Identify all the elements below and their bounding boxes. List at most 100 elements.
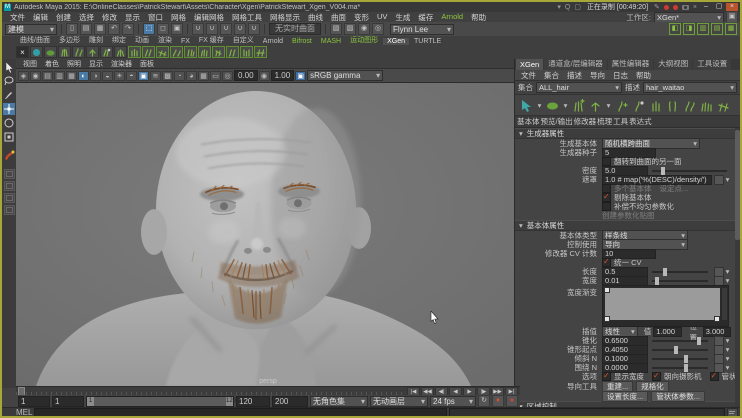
gamma-icon[interactable]: ◉ <box>259 71 270 81</box>
taper-start-menu-caret-icon[interactable]: ▾ <box>724 345 731 354</box>
open-scene-icon[interactable]: ▤ <box>80 23 92 35</box>
record-dot-icon[interactable] <box>673 5 678 10</box>
panel-menu-item[interactable]: 着色 <box>41 59 63 69</box>
range-start-handle[interactable]: 1 <box>87 397 94 406</box>
xgen-scissors-icon[interactable] <box>716 98 731 113</box>
taper-menu-caret-icon[interactable]: ▾ <box>724 336 731 345</box>
menu-item[interactable]: 窗口 <box>144 12 167 23</box>
shelf-tab[interactable]: TURTLE <box>410 38 445 45</box>
panel-menu-item[interactable]: 面板 <box>136 59 158 69</box>
character-set-dropdown[interactable]: 无角色集 <box>310 396 368 407</box>
snap-surface-icon[interactable]: ∪ <box>248 23 260 35</box>
shelf-tab[interactable]: Bifrost <box>288 38 316 45</box>
shelf-tab[interactable]: 曲线/曲面 <box>16 35 54 45</box>
xgen-menu-item[interactable]: 日志 <box>609 70 632 81</box>
undo-icon[interactable]: ↶ <box>108 23 120 35</box>
around-slider[interactable] <box>652 367 708 369</box>
select-camera-icon[interactable]: ◈ <box>18 71 29 81</box>
viewport-canvas[interactable]: persp <box>16 83 520 386</box>
minimize-button[interactable]: – <box>700 3 712 11</box>
xgen-curves-icon[interactable] <box>682 98 697 113</box>
mask-menu-caret-icon[interactable]: ▾ <box>724 175 731 184</box>
xgen-length-brush-icon[interactable] <box>240 46 253 58</box>
ramp-side-scrollbar[interactable] <box>722 288 727 320</box>
isolate-select-icon[interactable]: ◕ <box>186 71 197 81</box>
xgen-tab[interactable]: 基本体 <box>517 116 540 127</box>
toggle-channel-box-icon[interactable]: ▦ <box>725 23 737 35</box>
layout-single-pane-button[interactable] <box>4 169 15 179</box>
menu-item[interactable]: UV <box>373 12 391 23</box>
tube-params-button[interactable]: 管状体参数... <box>651 391 705 402</box>
xgen-menu-item[interactable]: 导向 <box>586 70 609 81</box>
xgen-add-description-icon[interactable] <box>571 98 586 113</box>
maximize-button[interactable]: ▢ <box>713 3 725 11</box>
view-transform-dropdown[interactable]: sRGB gamma <box>307 70 383 81</box>
command-input[interactable] <box>34 408 447 417</box>
xgen-menu-item[interactable]: 描述 <box>563 70 586 81</box>
playback-end-field[interactable]: 120 <box>236 396 270 407</box>
move-tool[interactable] <box>3 103 15 115</box>
render-icon[interactable]: ▧ <box>330 23 342 35</box>
xgen-collection-caret-icon[interactable]: ▾ <box>562 101 569 110</box>
xgen-tab[interactable]: 预览/输出 <box>541 116 573 127</box>
menu-item[interactable]: 修改 <box>98 12 121 23</box>
xgen-move-guides-caret-icon[interactable]: ▾ <box>605 101 612 110</box>
anim-end-field[interactable]: 200 <box>272 396 308 407</box>
taper-start-slider[interactable] <box>652 349 708 351</box>
xgen-menu-item[interactable]: 帮助 <box>632 70 655 81</box>
menu-item[interactable]: 网格 <box>167 12 190 23</box>
menu-item[interactable]: 生成 <box>391 12 414 23</box>
layout-four-pane-button[interactable] <box>4 181 15 191</box>
density-slider[interactable] <box>652 170 727 172</box>
shelf-close-icon[interactable]: × <box>16 46 29 58</box>
shelf-tab[interactable]: 自定义 <box>229 35 258 45</box>
uniform-cv-checkbox[interactable] <box>602 258 611 267</box>
script-editor-icon[interactable] <box>727 408 738 418</box>
camera-attributes-icon[interactable]: ▤ <box>42 71 53 81</box>
xgen-guide-pair-icon[interactable] <box>665 98 680 113</box>
record-dot-icon[interactable] <box>664 5 669 10</box>
menu-item[interactable]: 显示 <box>121 12 144 23</box>
lighting-icon[interactable]: ☀ <box>114 71 125 81</box>
xgen-groom-icon[interactable] <box>44 46 57 58</box>
ramp-value-field[interactable]: 1.000 <box>653 327 681 337</box>
playback-loop-icon[interactable]: ↻ <box>478 395 490 407</box>
xgen-width-brush-icon[interactable] <box>254 46 267 58</box>
snap-curve-icon[interactable]: ∪ <box>206 23 218 35</box>
tilt-slider[interactable] <box>652 358 708 360</box>
shelf-tab[interactable]: 渲染 <box>154 35 176 45</box>
wireframe-on-shaded-icon[interactable]: ◒ <box>102 71 113 81</box>
snap-plane-icon[interactable]: ∪ <box>234 23 246 35</box>
tilt-menu-caret-icon[interactable]: ▾ <box>724 354 731 363</box>
shelf-tab[interactable]: XGen <box>383 38 409 45</box>
lasso-tool[interactable] <box>3 75 15 87</box>
menu-item[interactable]: 曲面 <box>327 12 350 23</box>
xgen-collection-icon[interactable] <box>545 98 560 113</box>
close-button[interactable]: × <box>726 3 738 11</box>
menu-set-dropdown[interactable]: 建模 <box>5 24 57 35</box>
xgen-curves-to-guides-icon[interactable] <box>184 46 197 58</box>
xgen-tab[interactable]: 表达式 <box>629 116 652 127</box>
length-menu-caret-icon[interactable]: ▾ <box>724 267 731 276</box>
ramp-key-left[interactable] <box>604 316 610 322</box>
toggle-hypershade-icon[interactable]: ◨ <box>683 23 695 35</box>
toggle-attribute-editor-icon[interactable]: ▥ <box>697 23 709 35</box>
xgen-pointer-caret-icon[interactable]: ▾ <box>536 101 543 110</box>
multisampling-icon[interactable]: ▩ <box>162 71 173 81</box>
menu-item[interactable]: 文件 <box>6 12 29 23</box>
compensate-checkbox[interactable] <box>602 202 611 211</box>
xgen-tab[interactable]: 工具 <box>613 116 628 127</box>
image-plane-icon[interactable]: ▦ <box>66 71 77 81</box>
save-scene-icon[interactable]: ▦ <box>94 23 106 35</box>
shelf-tab[interactable]: 运动图形 <box>346 35 382 45</box>
anim-layer-dropdown[interactable]: 无动画层 <box>370 396 428 407</box>
shaded-mode-icon[interactable]: ◐ <box>78 71 89 81</box>
ramp-key-top[interactable] <box>604 287 610 293</box>
xgen-export-icon[interactable] <box>58 46 71 58</box>
playback-start-field[interactable]: 1 <box>52 396 84 407</box>
panel-menu-item[interactable]: 渲染器 <box>107 59 136 69</box>
sidebar-tab[interactable]: 属性编辑器 <box>608 57 654 70</box>
workspace-dropdown[interactable]: XGen* <box>654 12 724 23</box>
fps-dropdown[interactable]: 24 fps <box>430 396 476 407</box>
range-end-handle[interactable]: 120 <box>226 397 233 406</box>
